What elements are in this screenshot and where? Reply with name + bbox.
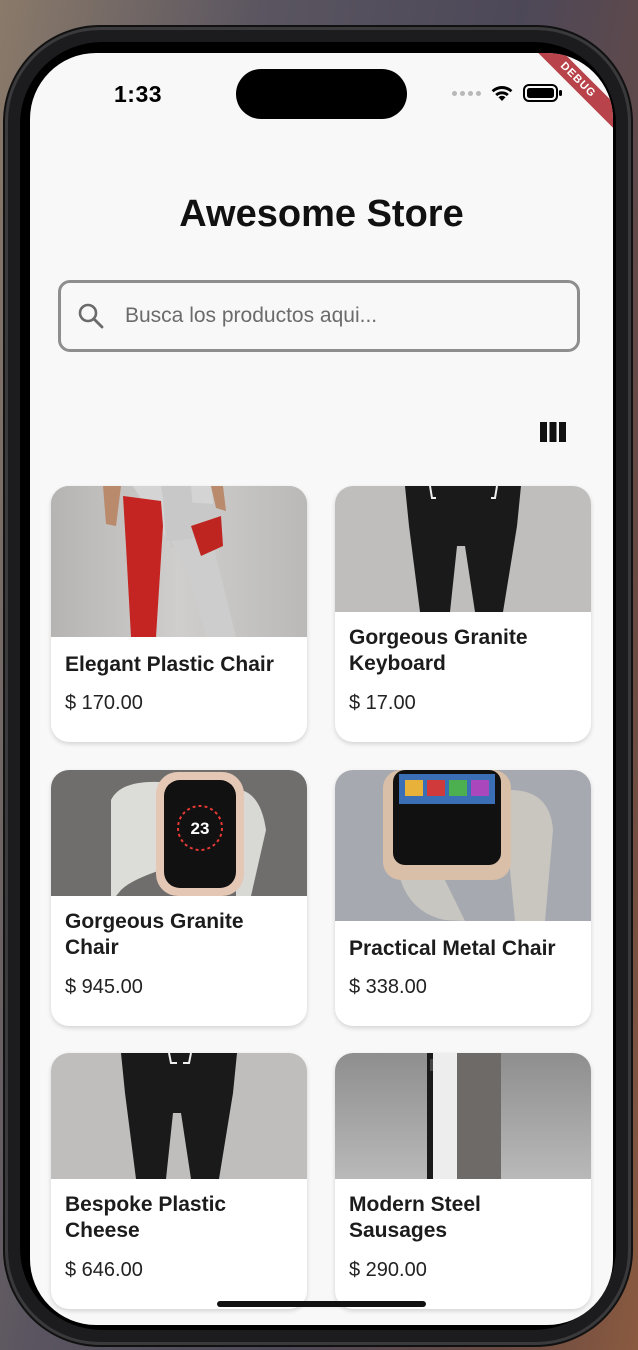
svg-text:23: 23: [191, 819, 210, 838]
product-name: Gorgeous Granite Keyboard: [349, 626, 528, 675]
product-card[interactable]: Practical Metal Chair $ 338.00: [335, 770, 591, 1026]
product-price: $ 170.00: [65, 692, 143, 714]
home-indicator[interactable]: [217, 1301, 426, 1307]
view-column-icon[interactable]: [540, 421, 566, 443]
product-image: [335, 1053, 591, 1179]
product-image: 23: [51, 770, 307, 896]
product-price: $ 290.00: [349, 1259, 427, 1281]
product-price: $ 17.00: [349, 692, 416, 714]
battery-icon: [523, 84, 562, 102]
page-title: Awesome Store: [179, 193, 464, 235]
product-image: [335, 486, 591, 612]
product-card[interactable]: Elegant Plastic Chair $ 170.00: [51, 486, 307, 742]
dynamic-island: [236, 69, 407, 119]
product-image: [51, 486, 307, 637]
wifi-icon: [491, 86, 513, 101]
app-screen: 1:33 DEBUG Awesome Store Busca los produ…: [30, 53, 613, 1325]
product-image: [51, 1053, 307, 1179]
search-field[interactable]: [58, 280, 580, 352]
product-name: Bespoke Plastic Cheese: [65, 1193, 227, 1242]
status-time: 1:33: [114, 81, 163, 107]
product-card[interactable]: 23 Gorgeous Granite Chair $ 945.00: [51, 770, 307, 1026]
product-price: $ 945.00: [65, 976, 143, 998]
product-price: $ 338.00: [349, 976, 427, 998]
search-input[interactable]: [123, 303, 547, 329]
product-name: Practical Metal Chair: [349, 937, 556, 960]
product-name: Gorgeous Granite Chair: [65, 910, 244, 959]
product-name: Elegant Plastic Chair: [65, 653, 274, 676]
product-price: $ 646.00: [65, 1259, 143, 1281]
product-card[interactable]: Gorgeous Granite Keyboard $ 17.00: [335, 486, 591, 742]
product-card[interactable]: Bespoke Plastic Cheese $ 646.00: [51, 1053, 307, 1309]
product-card[interactable]: Modern Steel Sausages $ 290.00: [335, 1053, 591, 1309]
product-image: [335, 770, 591, 921]
status-icons: [452, 83, 563, 103]
cellular-signal-icon: [452, 90, 481, 96]
product-name: Modern Steel Sausages: [349, 1193, 481, 1242]
search-icon: [78, 303, 104, 329]
